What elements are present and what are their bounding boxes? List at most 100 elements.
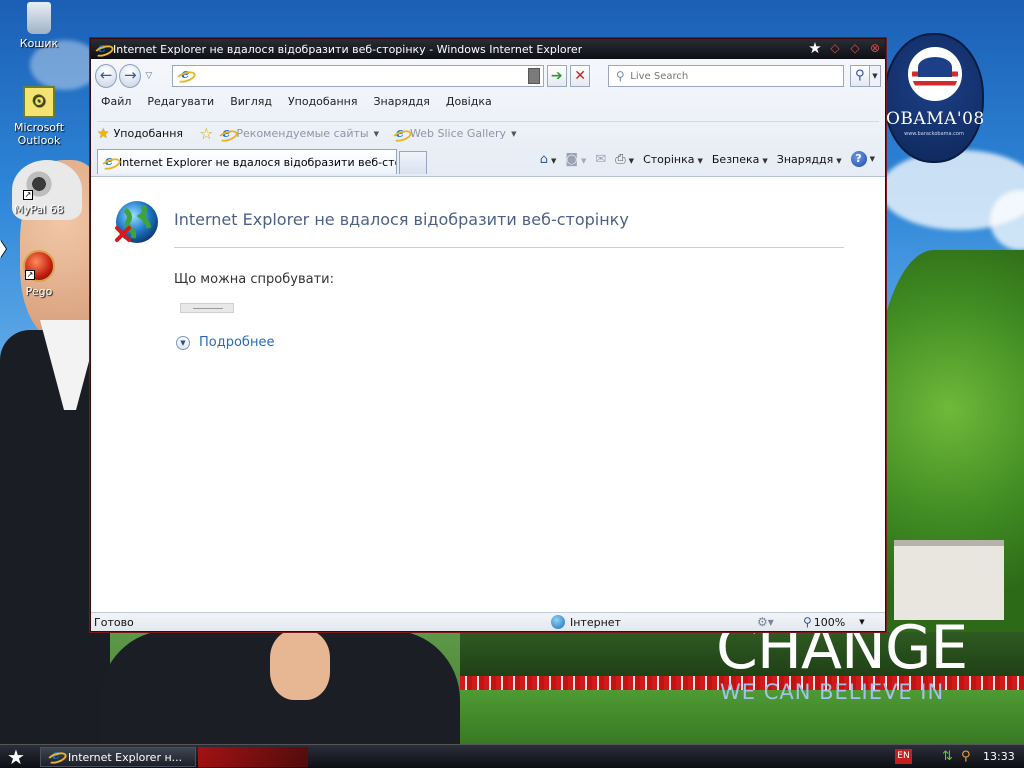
badge-subtext: www.barackobama.com (904, 131, 964, 137)
command-bar: ⌂ ▼ ◙ ▼ ✉ ⎙ ▼ Сторінка ▼ Безпека ▼ Знаряддя ▼ … (540, 151, 875, 167)
favorites-bar: ★ Уподобання ☆ Рекомендуемые сайты ▼ Web… (97, 121, 879, 145)
taskbar-button-ie[interactable]: Internet Explorer н... (40, 747, 196, 767)
ie-page-icon (393, 127, 407, 141)
stop-button[interactable]: ✕ (569, 65, 591, 87)
fav-link-label: Рекомендуемые сайты (236, 127, 369, 140)
desktop-icon-pego[interactable]: ↗ Pego (1, 250, 77, 298)
search-box: ⚲ (608, 65, 844, 87)
heading-divider (174, 247, 844, 248)
favorites-button[interactable]: ★ Уподобання (97, 126, 183, 142)
taskbar: ★ Internet Explorer н... EN ⇅ ⚲ 13:33 (0, 744, 1024, 768)
shortcut-arrow-icon: ↗ (23, 190, 33, 200)
search-tray-icon[interactable]: ⚲ (961, 749, 971, 764)
search-input[interactable] (628, 70, 843, 82)
minimize-button[interactable]: ◇ (827, 41, 843, 56)
window-menu-star-icon[interactable]: ★ (807, 41, 823, 56)
safety-menu[interactable]: Безпека ▼ (712, 153, 768, 166)
try-label: Що можна спробувати: (174, 272, 334, 287)
menu-file[interactable]: Файл (101, 95, 131, 108)
home-icon: ⌂ (539, 151, 548, 167)
favorites-star-icon: ★ (97, 125, 110, 142)
tools-menu[interactable]: Знаряддя ▼ (777, 153, 842, 166)
obama-logo-icon (908, 47, 962, 101)
search-button[interactable]: ⚲ (849, 65, 870, 87)
help-button[interactable]: ? ▼ (850, 151, 875, 167)
wallpaper-subheadline: WE CAN BELIEVE IN (720, 680, 945, 704)
start-button[interactable]: ★ (7, 746, 25, 768)
chevron-down-icon: ▼ (511, 129, 517, 138)
page-menu-label: Сторінка (643, 152, 695, 166)
zoom-icon: ⚲ (803, 615, 812, 629)
network-tray-icon[interactable]: ⇅ (942, 749, 953, 764)
mail-icon: ✉ (595, 151, 607, 167)
badge-text: OBAMA'08 (886, 109, 985, 129)
taskbar-decoration (198, 747, 308, 767)
go-button[interactable]: ➔ (546, 65, 567, 87)
recent-pages-dropdown[interactable]: ▽ (145, 71, 152, 81)
menu-tools[interactable]: Знаряддя (373, 95, 429, 108)
chevron-down-icon: ▼ (859, 618, 865, 626)
new-tab-button[interactable] (399, 151, 427, 174)
print-button[interactable]: ⎙ ▼ (615, 152, 634, 167)
desktop-icon-outlook[interactable]: Microsoft Outlook (1, 86, 77, 147)
ie-logo-icon (48, 749, 64, 765)
diagnose-button[interactable] (180, 303, 234, 313)
white-house (894, 540, 1004, 620)
ie-page-icon (102, 155, 116, 169)
search-options-dropdown[interactable]: ▼ (869, 65, 882, 87)
browser-chrome: ← → ▽ ➔ ✕ ⚲ ⚲ ▼ Файл Редагувати Вигляд У… (91, 59, 885, 177)
status-bar: Готово Інтернет ⚙▾ ⚲ 100% ▼ (91, 612, 885, 631)
window-controls: ★ ◇ ◇ ⊗ (807, 41, 883, 56)
home-button[interactable]: ⌂ ▼ (540, 152, 557, 167)
recycle-bin-icon (27, 2, 51, 34)
back-button[interactable]: ← (95, 64, 118, 88)
menu-edit[interactable]: Редагувати (147, 95, 214, 108)
tab-active[interactable]: Internet Explorer не вдалося відобразити… (97, 149, 397, 174)
menu-help[interactable]: Довідка (446, 95, 492, 108)
language-indicator[interactable]: EN (895, 749, 912, 764)
navigation-row: ← → ▽ ➔ ✕ ⚲ ⚲ ▼ (95, 63, 882, 89)
menu-view[interactable]: Вигляд (230, 95, 272, 108)
taskbar-button-label: Internet Explorer н... (68, 750, 183, 764)
compatibility-view-icon[interactable] (527, 68, 540, 84)
mouse-cursor-icon (0, 240, 6, 258)
close-button[interactable]: ⊗ (867, 41, 883, 56)
address-input[interactable] (197, 67, 528, 85)
window-titlebar[interactable]: Internet Explorer не вдалося відобразити… (91, 39, 885, 59)
feeds-button[interactable]: ◙ ▼ (565, 152, 586, 167)
zoom-control[interactable]: ⚲ 100% ▼ (803, 615, 865, 629)
favorites-link-suggested-sites[interactable]: Рекомендуемые сайты ▼ (219, 127, 379, 141)
menu-bar: Файл Редагувати Вигляд Уподобання Знаряд… (101, 95, 492, 108)
menu-favorites[interactable]: Уподобання (288, 95, 358, 108)
page-menu[interactable]: Сторінка ▼ (643, 153, 703, 166)
ie-logo-icon (95, 42, 109, 56)
shortcut-arrow-icon: ↗ (25, 270, 35, 280)
window-title: Internet Explorer не вдалося відобразити… (113, 42, 583, 56)
maximize-button[interactable]: ◇ (847, 41, 863, 56)
add-to-favorites-bar-icon[interactable]: ☆ (199, 124, 213, 143)
protected-mode-icon[interactable]: ⚙▾ (757, 615, 774, 629)
tab-label: Internet Explorer не вдалося відобразити… (119, 155, 397, 169)
favorites-link-web-slice-gallery[interactable]: Web Slice Gallery ▼ (393, 127, 516, 141)
desktop-icon-label: Кошик (19, 37, 59, 50)
zoom-level: 100% (813, 615, 846, 629)
internet-zone-icon (551, 615, 565, 629)
chevron-down-icon: ▼ (580, 156, 587, 165)
chevron-down-icon: ▼ (628, 156, 635, 165)
security-zone[interactable]: Інтернет (551, 615, 621, 629)
clock[interactable]: 13:33 (983, 750, 1015, 763)
read-mail-button[interactable]: ✉ (595, 152, 606, 167)
chevron-down-icon: ▼ (550, 156, 557, 165)
more-info-link[interactable]: ▼ Подробнее (176, 335, 274, 350)
zone-label: Інтернет (570, 615, 621, 629)
desktop-icon-recycle-bin[interactable]: Кошик (1, 2, 77, 50)
person-hand (270, 630, 330, 700)
tab-row: Internet Explorer не вдалося відобразити… (97, 147, 879, 175)
forward-button[interactable]: → (119, 64, 142, 88)
desktop-icon-mypal[interactable]: ↗ MyPal 68 (1, 168, 77, 216)
desktop-icon-label: MyPal 68 (14, 203, 64, 216)
error-heading: Internet Explorer не вдалося відобразити… (174, 210, 629, 229)
error-globe-icon (115, 201, 158, 243)
obama-badge: OBAMA'08 www.barackobama.com (884, 33, 984, 163)
chevron-down-icon: ▼ (697, 156, 703, 165)
